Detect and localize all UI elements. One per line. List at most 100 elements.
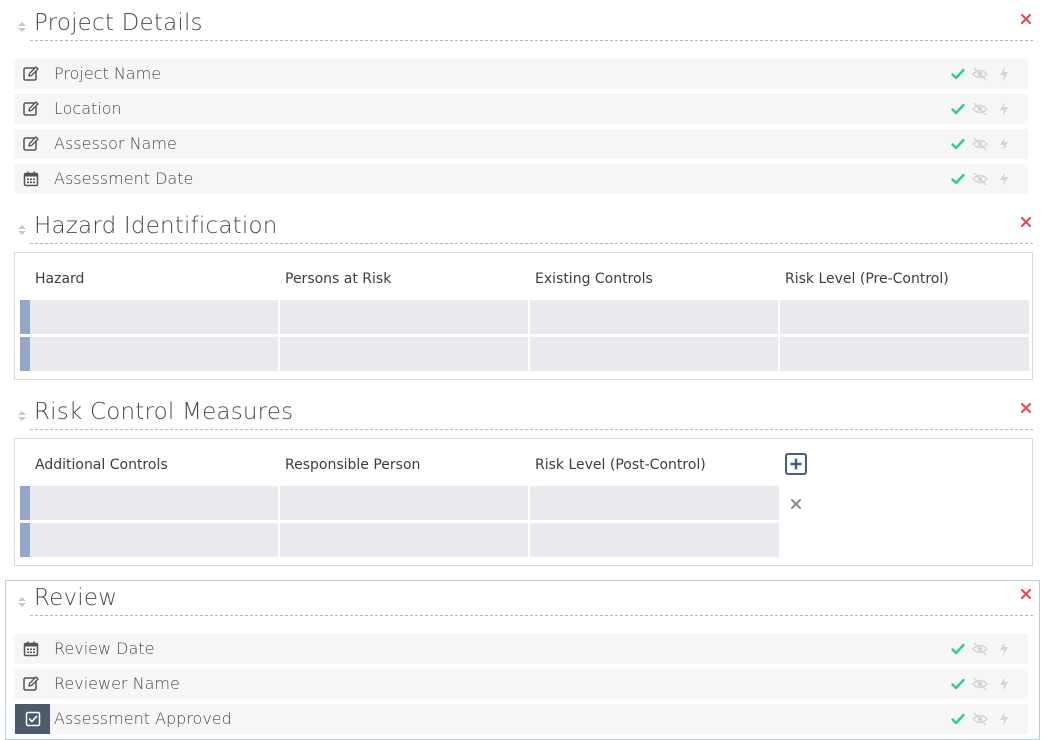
field-actions bbox=[950, 101, 1016, 117]
column-header-risk-level-pre: Risk Level (Pre-Control) bbox=[785, 271, 949, 287]
column-header-additional-controls: Additional Controls bbox=[35, 457, 168, 473]
field-label: Assessor Name bbox=[54, 134, 177, 153]
table-cell-input[interactable] bbox=[780, 300, 1029, 334]
field-actions bbox=[950, 711, 1016, 727]
field-row-assessment-date[interactable]: Assessment Date bbox=[14, 164, 1028, 194]
edit-icon bbox=[23, 101, 39, 116]
field-row-reviewer-name[interactable]: Reviewer Name bbox=[14, 669, 1028, 699]
field-row-assessor-name[interactable]: Assessor Name bbox=[14, 129, 1028, 159]
bolt-icon[interactable] bbox=[996, 136, 1012, 152]
remove-section-icon[interactable] bbox=[1021, 403, 1031, 413]
field-actions bbox=[950, 171, 1016, 187]
edit-icon bbox=[23, 66, 39, 81]
field-label: Location bbox=[54, 99, 122, 118]
check-icon[interactable] bbox=[950, 66, 966, 82]
section-divider bbox=[30, 243, 1033, 244]
field-actions bbox=[950, 136, 1016, 152]
field-label: Assessment Approved bbox=[54, 709, 232, 728]
field-label: Assessment Date bbox=[54, 169, 194, 188]
row-drag-handle[interactable] bbox=[20, 523, 30, 557]
check-icon[interactable] bbox=[950, 641, 966, 657]
table-cell-input[interactable] bbox=[280, 486, 528, 520]
remove-row-icon[interactable] bbox=[791, 499, 801, 509]
eye-slash-icon[interactable] bbox=[972, 641, 988, 657]
table-cell-input[interactable] bbox=[530, 300, 778, 334]
eye-slash-icon[interactable] bbox=[972, 711, 988, 727]
calendar-icon bbox=[23, 641, 39, 657]
bolt-icon[interactable] bbox=[996, 676, 1012, 692]
remove-section-icon[interactable] bbox=[1021, 217, 1031, 227]
section-title: Project Details bbox=[34, 10, 203, 36]
table-cell-input[interactable] bbox=[30, 337, 278, 371]
table-cell-input[interactable] bbox=[280, 337, 528, 371]
table-cell-input[interactable] bbox=[30, 523, 278, 557]
edit-icon bbox=[23, 136, 39, 151]
calendar-icon bbox=[23, 171, 39, 187]
eye-slash-icon[interactable] bbox=[972, 171, 988, 187]
table-cell-input[interactable] bbox=[780, 337, 1029, 371]
field-actions bbox=[950, 66, 1016, 82]
bolt-icon[interactable] bbox=[996, 711, 1012, 727]
checkbox-icon bbox=[25, 711, 41, 727]
field-actions bbox=[950, 676, 1016, 692]
eye-slash-icon[interactable] bbox=[972, 676, 988, 692]
bolt-icon[interactable] bbox=[996, 66, 1012, 82]
table-cell-input[interactable] bbox=[530, 486, 779, 520]
controls-table: Additional Controls Responsible Person R… bbox=[14, 438, 1033, 566]
bolt-icon[interactable] bbox=[996, 641, 1012, 657]
eye-slash-icon[interactable] bbox=[972, 66, 988, 82]
column-header-existing-controls: Existing Controls bbox=[535, 271, 653, 287]
check-icon[interactable] bbox=[950, 676, 966, 692]
field-row-review-date[interactable]: Review Date bbox=[14, 634, 1028, 664]
sort-handle-icon[interactable] bbox=[18, 225, 26, 235]
edit-icon bbox=[23, 676, 39, 691]
row-drag-handle[interactable] bbox=[20, 486, 30, 520]
section-title: Hazard Identification bbox=[34, 213, 278, 239]
section-title: Review bbox=[34, 585, 118, 611]
section-risk-control-measures: Risk Control Measures Additional Control… bbox=[14, 389, 1033, 566]
check-icon[interactable] bbox=[950, 101, 966, 117]
remove-section-icon[interactable] bbox=[1021, 589, 1031, 599]
add-row-icon[interactable] bbox=[785, 453, 807, 475]
table-row bbox=[20, 486, 779, 520]
row-drag-handle[interactable] bbox=[20, 300, 30, 334]
bolt-icon[interactable] bbox=[996, 101, 1012, 117]
field-row-project-name[interactable]: Project Name bbox=[14, 59, 1028, 89]
field-row-assessment-approved[interactable]: Assessment Approved bbox=[14, 704, 1028, 734]
sort-handle-icon[interactable] bbox=[18, 22, 26, 32]
section-divider bbox=[30, 615, 1033, 616]
bolt-icon[interactable] bbox=[996, 171, 1012, 187]
section-project-details: Project Details Project Name Location As… bbox=[14, 0, 1033, 194]
sort-handle-icon[interactable] bbox=[18, 411, 26, 421]
section-divider bbox=[30, 429, 1033, 430]
section-review: Review Review Date Reviewer Name Assessm… bbox=[14, 575, 1033, 734]
field-label: Reviewer Name bbox=[54, 674, 180, 693]
table-cell-input[interactable] bbox=[30, 300, 278, 334]
eye-slash-icon[interactable] bbox=[972, 136, 988, 152]
table-cell-input[interactable] bbox=[280, 523, 528, 557]
field-label: Project Name bbox=[54, 64, 162, 83]
field-label: Review Date bbox=[54, 639, 155, 658]
field-row-location[interactable]: Location bbox=[14, 94, 1028, 124]
check-icon[interactable] bbox=[950, 136, 966, 152]
hazard-table: Hazard Persons at Risk Existing Controls… bbox=[14, 252, 1033, 380]
remove-section-icon[interactable] bbox=[1021, 14, 1031, 24]
column-header-risk-level-post: Risk Level (Post-Control) bbox=[535, 457, 706, 473]
section-hazard-identification: Hazard Identification Hazard Persons at … bbox=[14, 203, 1033, 380]
table-cell-input[interactable] bbox=[280, 300, 528, 334]
sort-handle-icon[interactable] bbox=[18, 597, 26, 607]
eye-slash-icon[interactable] bbox=[972, 101, 988, 117]
check-icon[interactable] bbox=[950, 171, 966, 187]
table-row bbox=[20, 300, 1029, 334]
section-header: Risk Control Measures bbox=[14, 389, 1033, 430]
column-header-responsible-person: Responsible Person bbox=[285, 457, 421, 473]
check-icon[interactable] bbox=[950, 711, 966, 727]
table-cell-input[interactable] bbox=[530, 337, 778, 371]
field-actions bbox=[950, 641, 1016, 657]
row-drag-handle[interactable] bbox=[20, 337, 30, 371]
section-header: Project Details bbox=[14, 0, 1033, 41]
table-cell-input[interactable] bbox=[530, 523, 779, 557]
section-header: Hazard Identification bbox=[14, 203, 1033, 244]
table-cell-input[interactable] bbox=[30, 486, 278, 520]
table-row bbox=[20, 337, 1029, 371]
